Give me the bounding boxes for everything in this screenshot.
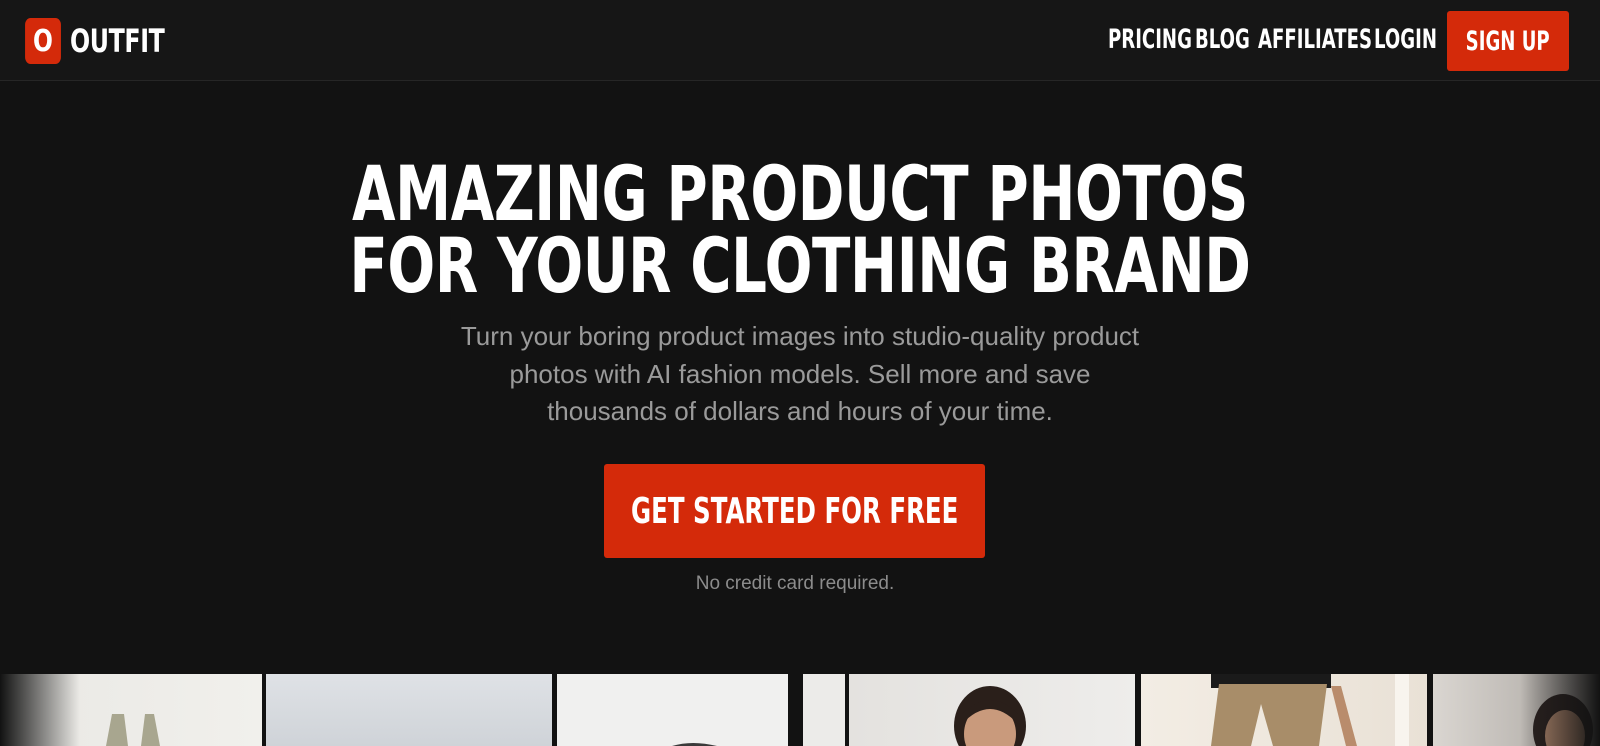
photo-gallery-strip <box>0 674 1600 746</box>
signup-button-label: SIGN UP <box>1465 25 1551 57</box>
gallery-photo-garment <box>557 674 788 746</box>
nav-link-login[interactable]: LOGIN <box>1374 20 1437 60</box>
hero-title-line-2: FOR YOUR CLOTHING BRAND <box>349 221 1251 310</box>
nav-link-pricing[interactable]: PRICING <box>1108 20 1192 60</box>
signup-button[interactable]: SIGN UP <box>1447 11 1569 71</box>
hero-title-line-1: AMAZING PRODUCT PHOTOS <box>351 149 1249 238</box>
get-started-button-label: GET STARTED FOR FREE <box>630 490 959 532</box>
gallery-fade-right <box>1520 674 1600 746</box>
garment-illustration <box>672 743 717 746</box>
top-nav: O OUTFIT PRICING BLOG AFFILIATES LOGIN S… <box>0 0 1600 81</box>
gallery-fade-left <box>0 674 80 746</box>
woman-model-illustration <box>954 686 1026 746</box>
gallery-photo-white <box>803 674 845 746</box>
nav-link-affiliates[interactable]: AFFILIATES <box>1258 20 1372 60</box>
khaki-model-illustration <box>1211 674 1409 746</box>
hero-subtitle: Turn your boring product images into stu… <box>460 321 1140 426</box>
get-started-button[interactable]: GET STARTED FOR FREE <box>604 464 985 558</box>
no-credit-card-note: No credit card required. <box>695 573 895 594</box>
gallery-photo-grey <box>266 674 552 746</box>
gallery-photo-khaki-model <box>1141 674 1427 746</box>
logo-mark-icon: O <box>25 18 61 64</box>
nav-link-blog[interactable]: BLOG <box>1195 20 1250 60</box>
brand-name: OUTFIT <box>70 22 165 60</box>
gallery-photo-woman-model <box>849 674 1135 746</box>
hero-title: AMAZING PRODUCT PHOTOS FOR YOUR CLOTHING… <box>0 149 1600 310</box>
logo-link[interactable]: O OUTFIT <box>20 18 198 64</box>
